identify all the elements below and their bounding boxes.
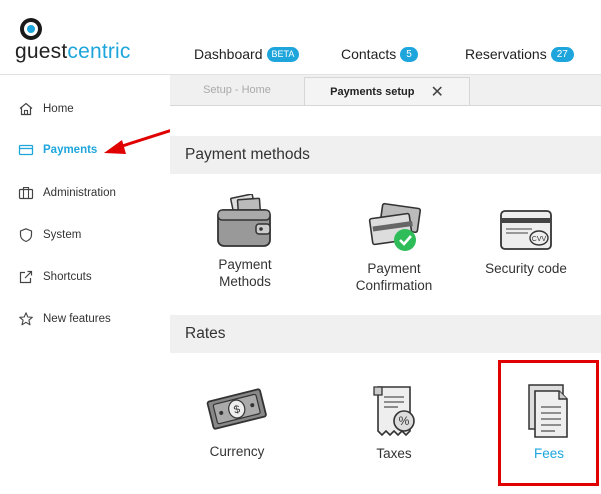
nav-reservations-label: Reservations: [465, 46, 547, 62]
sidebar-item-label: Administration: [43, 187, 116, 199]
external-link-icon: [19, 270, 33, 284]
section-title: Payment methods: [185, 146, 310, 163]
sidebar-item-label: System: [43, 229, 82, 241]
card-security-code[interactable]: CVV Security code: [451, 208, 601, 277]
sidebar-item-system[interactable]: System: [18, 227, 81, 243]
card-payment-methods[interactable]: Payment Methods: [170, 194, 320, 290]
sidebar-item-payments[interactable]: Payments: [18, 142, 97, 158]
section-title-payment-methods: Payment methods: [170, 136, 601, 174]
card-currency[interactable]: $ Currency: [162, 383, 312, 460]
card-check-icon: [368, 202, 422, 251]
nav-contacts[interactable]: Contacts 5: [341, 46, 418, 62]
tab-payments-setup[interactable]: Payments setup ✕: [304, 77, 470, 106]
card-taxes[interactable]: % Taxes: [319, 383, 469, 462]
sidebar-item-shortcuts[interactable]: Shortcuts: [18, 269, 92, 285]
card-payment-confirmation[interactable]: Payment Confirmation: [319, 202, 469, 294]
content-spacer: [170, 106, 601, 136]
wallet-icon: [217, 194, 271, 247]
eye-logo-icon: [20, 18, 42, 40]
card-label: Payment Methods: [218, 257, 272, 289]
card-icon: [18, 144, 34, 156]
nav-reservations[interactable]: Reservations 27: [465, 46, 574, 62]
card-label: Currency: [209, 444, 265, 459]
card-label: Payment Confirmation: [355, 261, 433, 293]
shield-icon: [19, 228, 33, 243]
card-label: Taxes: [376, 446, 412, 461]
reservations-count-badge: 27: [550, 46, 574, 62]
contacts-count-badge: 5: [400, 46, 418, 62]
tab-label: Payments setup: [330, 86, 415, 98]
tab-label: Setup - Home: [203, 84, 271, 96]
sidebar-item-label: Payments: [43, 144, 98, 156]
tax-receipt-icon: %: [373, 386, 415, 437]
beta-badge: BETA: [266, 46, 300, 62]
home-icon: [19, 102, 33, 116]
svg-text:CVV: CVV: [532, 236, 547, 243]
payment-methods-cards: Payment Methods Payment Confirmation CVV S…: [170, 174, 601, 315]
nav-dashboard-label: Dashboard: [194, 46, 263, 62]
nav-dashboard[interactable]: Dashboard BETA: [194, 46, 300, 62]
star-icon: [19, 312, 33, 326]
card-label: Security code: [485, 261, 567, 276]
briefcase-icon: [18, 186, 34, 200]
close-icon[interactable]: ✕: [430, 82, 443, 102]
sidebar-item-label: Shortcuts: [43, 271, 92, 283]
annotation-highlight-box: [498, 360, 599, 486]
banknote-icon: $: [206, 388, 267, 430]
section-title-rates: Rates: [170, 315, 601, 353]
guestcentric-logo[interactable]: guestcentric: [14, 16, 164, 68]
sidebar-item-label: Home: [43, 103, 74, 115]
nav-contacts-label: Contacts: [341, 46, 397, 62]
cvv-card-icon: CVV: [500, 210, 552, 250]
logo-text: guestcentric: [15, 40, 131, 63]
tab-setup-home[interactable]: Setup - Home: [170, 75, 304, 105]
sidebar-item-administration[interactable]: Administration: [18, 185, 116, 201]
sidebar-item-new-features[interactable]: New features: [18, 311, 111, 327]
section-title: Rates: [185, 325, 226, 342]
svg-text:%: %: [399, 414, 410, 428]
sidebar-item-home[interactable]: Home: [18, 101, 74, 117]
sidebar-item-label: New features: [43, 313, 111, 325]
